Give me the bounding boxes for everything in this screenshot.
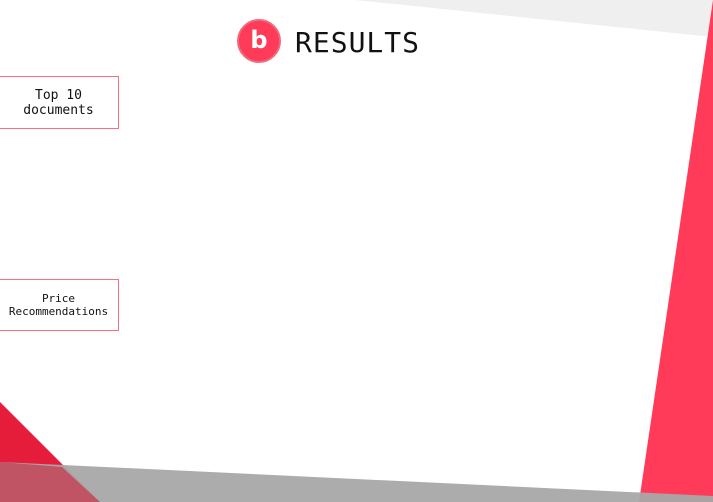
page-title: RESULTS [295, 25, 421, 59]
sidebar-item-label: Top 10 documents [23, 87, 94, 118]
results-screen: b RESULTS Top 10 documents Price Recomme… [0, 0, 713, 502]
logo-letter: b [250, 26, 268, 54]
brand-logo-icon: b [237, 19, 281, 63]
header: b RESULTS [237, 18, 420, 64]
bottom-left-red-shape [0, 402, 100, 502]
sidebar-item-price-recommendations[interactable]: Price Recommendations [0, 279, 119, 331]
right-red-stripe [639, 0, 713, 502]
sidebar-item-label: Price Recommendations [8, 291, 109, 318]
sidebar-item-top-10-documents[interactable]: Top 10 documents [0, 76, 119, 129]
bottom-gray-band [0, 462, 713, 502]
bottom-overlap-shape [0, 462, 100, 502]
